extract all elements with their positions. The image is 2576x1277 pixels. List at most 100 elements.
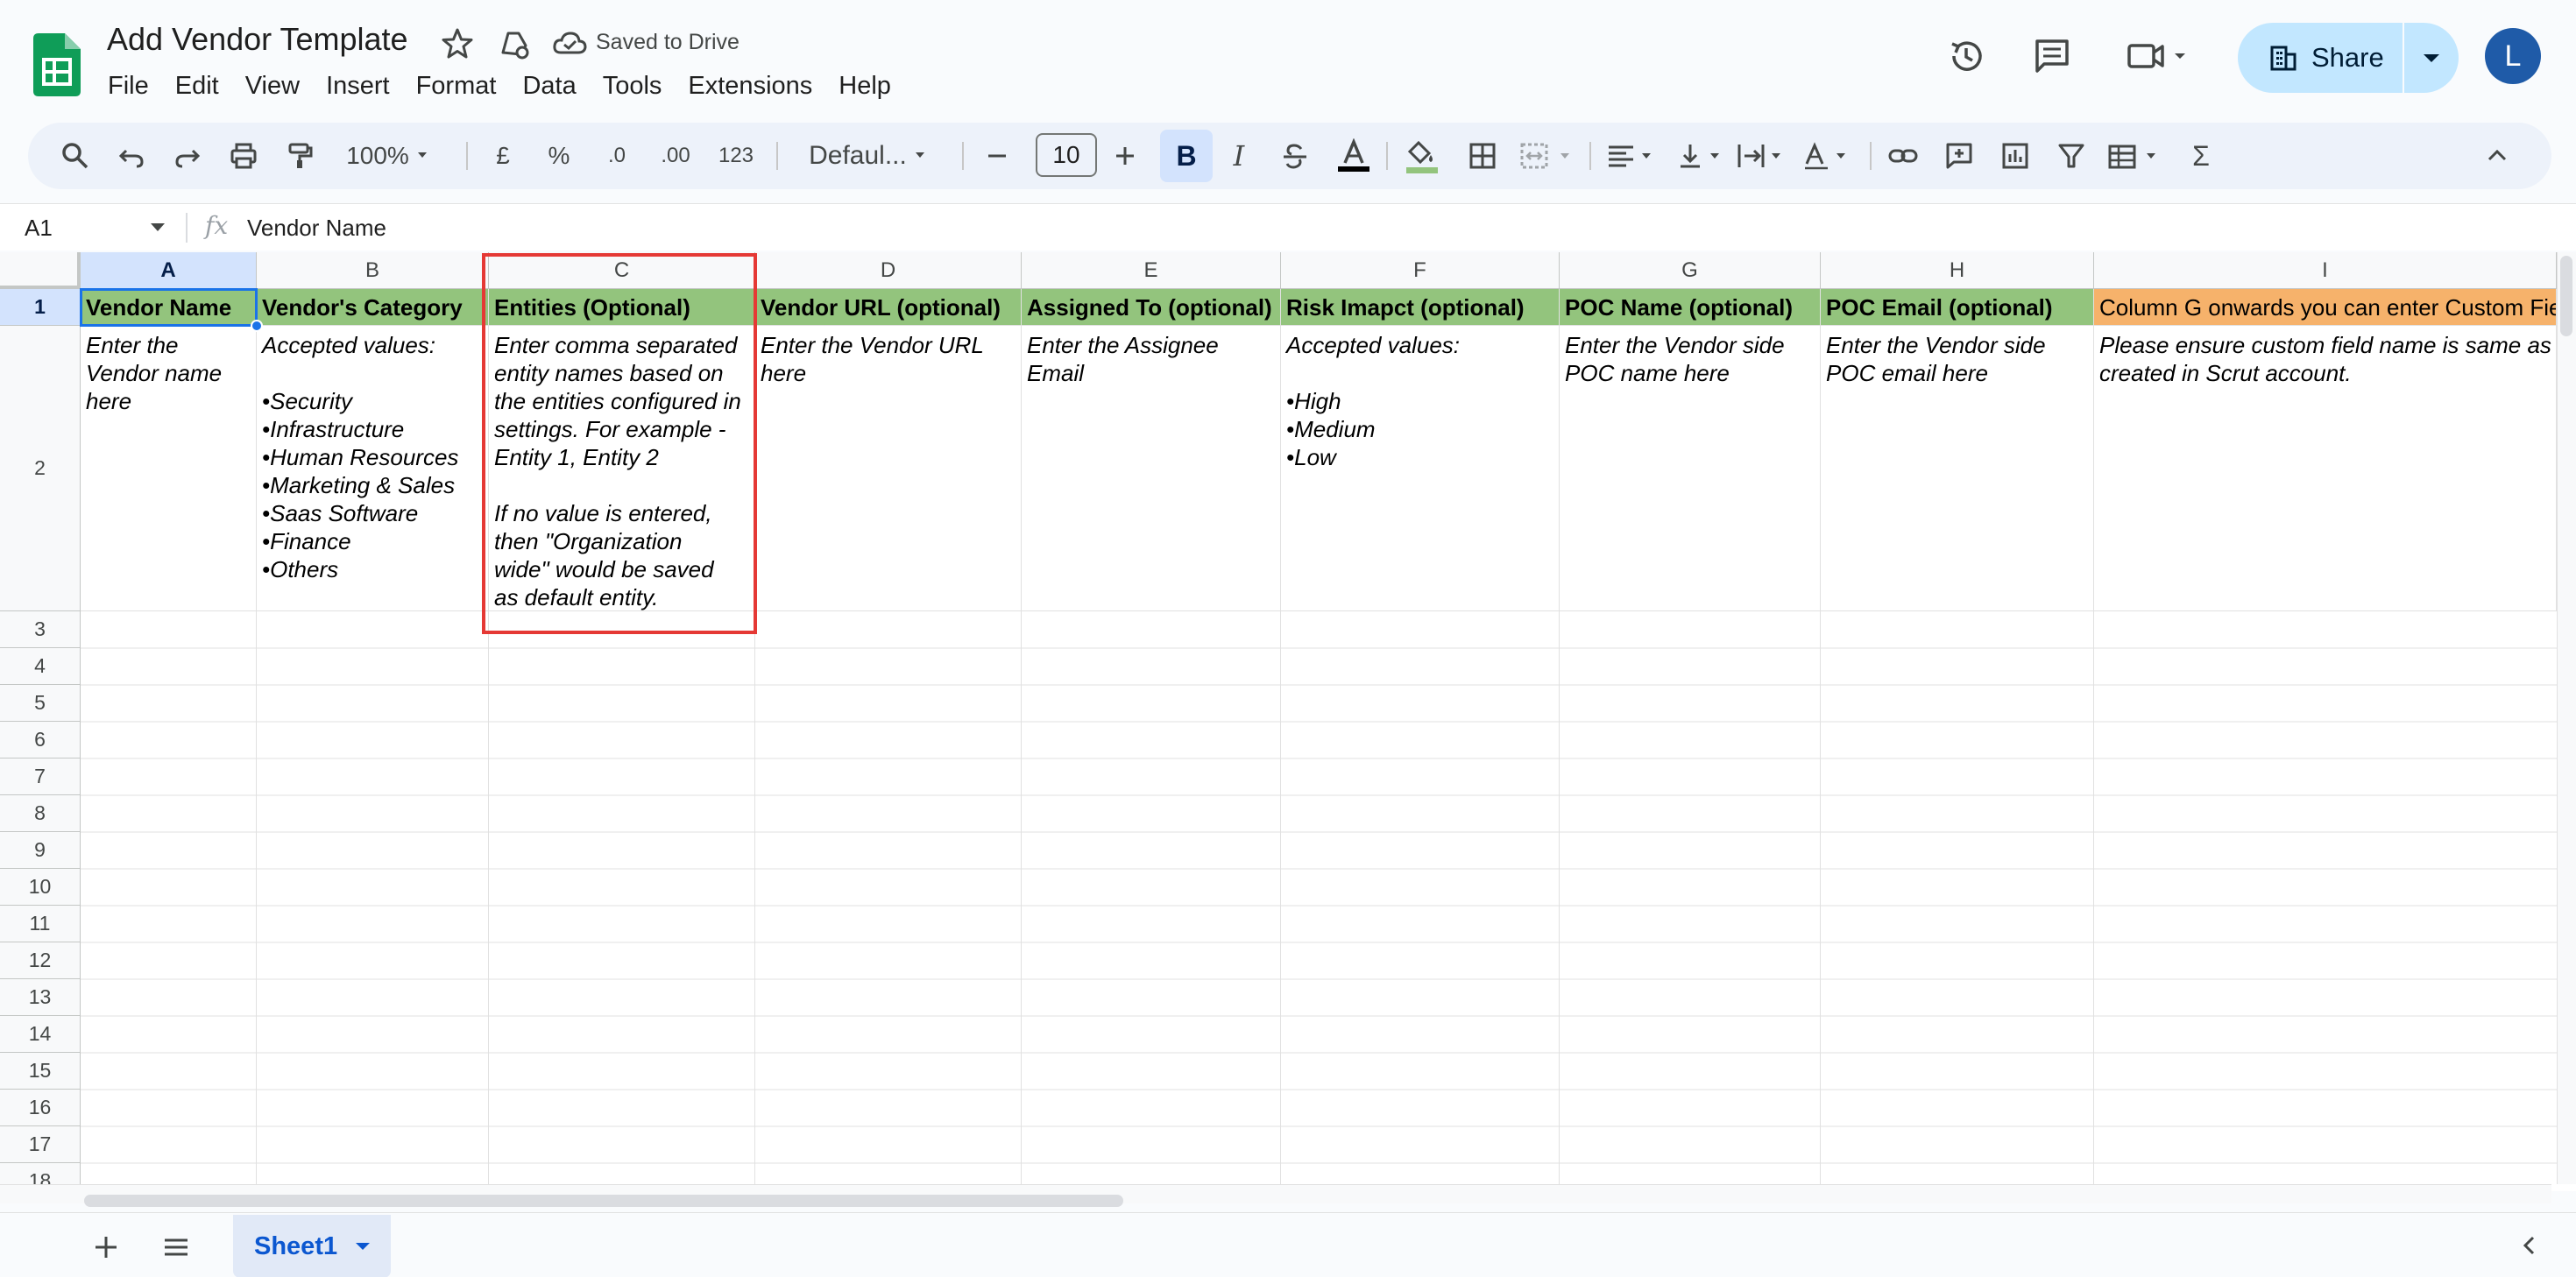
redo-button[interactable] — [170, 138, 205, 173]
column-header-a[interactable]: A — [81, 252, 257, 289]
document-title[interactable]: Add Vendor Template — [107, 21, 408, 58]
menu-view[interactable]: View — [232, 68, 313, 103]
select-all-corner[interactable] — [0, 252, 81, 289]
cell-c1[interactable]: Entities (Optional) — [489, 289, 755, 326]
row-header-2[interactable]: 2 — [0, 326, 81, 611]
menu-file[interactable]: File — [95, 68, 162, 103]
insert-link-button[interactable] — [1886, 138, 1921, 173]
column-header-f[interactable]: F — [1281, 252, 1560, 289]
add-sheet-icon[interactable] — [91, 1232, 121, 1262]
formula-input[interactable]: Vendor Name — [247, 215, 386, 242]
user-avatar[interactable]: L — [2485, 28, 2541, 84]
cell-a2[interactable]: Enter the Vendor name here — [81, 326, 257, 611]
row-header-15[interactable]: 15 — [0, 1053, 81, 1090]
format-percent-button[interactable]: % — [541, 138, 577, 173]
font-size-input[interactable]: 10 — [1036, 133, 1097, 177]
strikethrough-button[interactable] — [1277, 138, 1313, 173]
empty-cells-grid[interactable] — [81, 611, 2557, 1191]
row-header-4[interactable]: 4 — [0, 648, 81, 685]
row-header-10[interactable]: 10 — [0, 869, 81, 906]
cell-e1[interactable]: Assigned To (optional) — [1022, 289, 1281, 326]
row-header-6[interactable]: 6 — [0, 722, 81, 758]
print-button[interactable] — [226, 138, 261, 173]
text-color-button[interactable] — [1332, 138, 1376, 173]
row-header-5[interactable]: 5 — [0, 685, 81, 722]
cloud-saved-icon[interactable] — [552, 26, 587, 61]
text-wrapping-button[interactable] — [1735, 138, 1793, 173]
comments-icon[interactable] — [2031, 35, 2073, 77]
font-family-select[interactable]: Defaul... — [792, 138, 950, 173]
fill-handle[interactable] — [251, 320, 263, 332]
cell-d1[interactable]: Vendor URL (optional) — [755, 289, 1022, 326]
format-currency-button[interactable]: £ — [485, 138, 520, 173]
text-rotation-button[interactable] — [1801, 138, 1859, 173]
fill-color-button[interactable] — [1400, 138, 1444, 173]
row-header-3[interactable]: 3 — [0, 611, 81, 648]
menu-data[interactable]: Data — [509, 68, 589, 103]
cell-i2[interactable]: Please ensure custom field name is same … — [2094, 326, 2557, 611]
increase-font-size-button[interactable] — [1108, 138, 1143, 173]
sheets-logo-icon[interactable] — [33, 33, 81, 96]
horizontal-scrollbar-thumb[interactable] — [84, 1195, 1123, 1207]
share-button[interactable]: Share — [2238, 23, 2403, 93]
cell-i1[interactable]: Column G onwards you can enter Custom Fi… — [2094, 289, 2557, 326]
cell-f2[interactable]: Accepted values: •High •Medium •Low — [1281, 326, 1560, 611]
row-header-9[interactable]: 9 — [0, 832, 81, 869]
decrease-decimal-button[interactable]: .0 — [598, 138, 636, 173]
insert-chart-button[interactable] — [1998, 138, 2033, 173]
star-icon[interactable] — [440, 26, 475, 61]
borders-button[interactable] — [1465, 138, 1500, 173]
row-header-16[interactable]: 16 — [0, 1090, 81, 1126]
cell-h1[interactable]: POC Email (optional) — [1821, 289, 2094, 326]
menu-insert[interactable]: Insert — [313, 68, 403, 103]
cell-b1[interactable]: Vendor's Category — [257, 289, 489, 326]
column-header-d[interactable]: D — [755, 252, 1022, 289]
create-filter-button[interactable] — [2054, 138, 2089, 173]
caret-down-icon[interactable] — [151, 223, 165, 231]
more-formats-button[interactable]: 123 — [711, 138, 761, 173]
name-box[interactable]: A1 — [25, 215, 53, 242]
explore-panel-chevron-left-icon[interactable] — [2516, 1232, 2543, 1259]
search-menus-button[interactable] — [58, 138, 93, 173]
cell-e2[interactable]: Enter the Assignee Email — [1022, 326, 1281, 611]
meet-video-icon[interactable] — [2124, 35, 2194, 77]
caret-down-icon[interactable] — [353, 1240, 372, 1252]
menu-help[interactable]: Help — [825, 68, 904, 103]
vertical-scrollbar-thumb[interactable] — [2560, 256, 2572, 336]
share-dropdown-button[interactable] — [2404, 23, 2459, 93]
menu-extensions[interactable]: Extensions — [675, 68, 825, 103]
column-header-b[interactable]: B — [257, 252, 489, 289]
row-header-13[interactable]: 13 — [0, 979, 81, 1016]
menu-tools[interactable]: Tools — [590, 68, 676, 103]
column-header-e[interactable]: E — [1022, 252, 1281, 289]
table-button[interactable] — [2106, 138, 2169, 173]
cell-f1[interactable]: Risk Imapct (optional) — [1281, 289, 1560, 326]
cell-b2[interactable]: Accepted values: •Security •Infrastructu… — [257, 326, 489, 611]
column-header-h[interactable]: H — [1821, 252, 2094, 289]
column-header-i[interactable]: I — [2094, 252, 2557, 289]
sheet-tab-sheet1[interactable]: Sheet1 — [233, 1215, 391, 1277]
cell-g2[interactable]: Enter the Vendor side POC name here — [1560, 326, 1821, 611]
column-header-g[interactable]: G — [1560, 252, 1821, 289]
bold-button[interactable]: B — [1160, 130, 1213, 182]
merge-cells-button[interactable] — [1518, 138, 1581, 173]
paint-format-button[interactable] — [282, 138, 317, 173]
menu-edit[interactable]: Edit — [162, 68, 232, 103]
increase-decimal-button[interactable]: .00 — [654, 138, 697, 173]
horizontal-align-button[interactable] — [1605, 138, 1663, 173]
row-header-11[interactable]: 11 — [0, 906, 81, 942]
vertical-scrollbar[interactable] — [2557, 252, 2576, 1184]
version-history-icon[interactable] — [1945, 35, 1987, 77]
cell-a1[interactable]: Vendor Name — [81, 289, 257, 326]
decrease-font-size-button[interactable] — [980, 138, 1015, 173]
row-header-17[interactable]: 17 — [0, 1126, 81, 1163]
undo-button[interactable] — [114, 138, 149, 173]
insert-comment-button[interactable] — [1942, 138, 1977, 173]
column-header-c[interactable]: C — [489, 252, 755, 289]
cell-h2[interactable]: Enter the Vendor side POC email here — [1821, 326, 2094, 611]
menu-format[interactable]: Format — [403, 68, 510, 103]
row-header-12[interactable]: 12 — [0, 942, 81, 979]
row-header-14[interactable]: 14 — [0, 1016, 81, 1053]
hide-menus-button[interactable] — [2480, 138, 2515, 173]
cell-g1[interactable]: POC Name (optional) — [1560, 289, 1821, 326]
